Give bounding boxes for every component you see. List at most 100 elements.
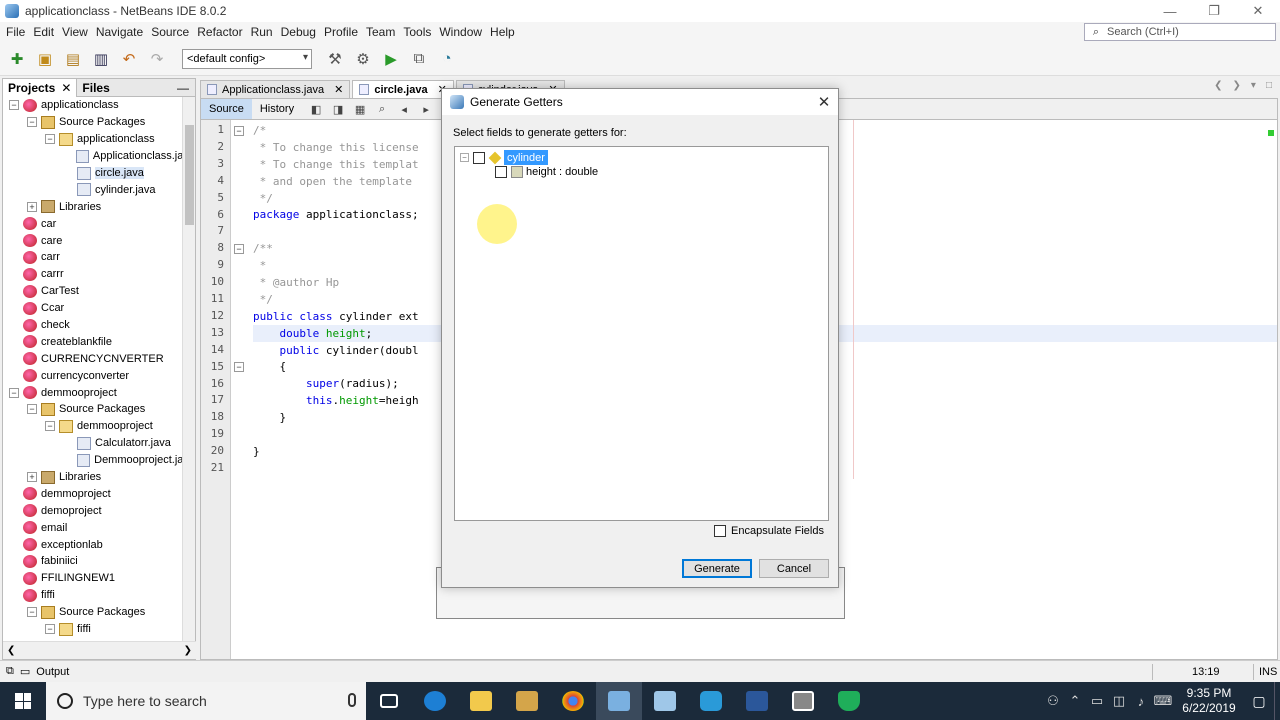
back-icon[interactable]: ◧ [308,101,324,117]
expand-icon[interactable]: + [27,472,37,483]
notification-icon[interactable]: ▢ [1244,693,1274,710]
taskbar-search[interactable]: Type here to search [46,682,366,720]
find-prev-icon[interactable]: ◂ [396,101,412,117]
class-checkbox[interactable] [473,151,485,164]
network-icon[interactable]: ◫ [1108,693,1130,709]
tree-item[interactable]: Demmooproject.java [3,452,195,469]
battery-icon[interactable]: ▭ [1086,693,1108,709]
tree-row-field[interactable]: height : double [495,166,598,178]
word-icon[interactable] [734,682,780,720]
tree-item[interactable]: Ccar [3,300,195,317]
save-all-icon[interactable]: ▥ [90,48,112,70]
editor-tab[interactable]: Applicationclass.java ✕ [200,80,351,98]
close-icon[interactable]: ✕ [334,83,343,96]
show-desktop-button[interactable] [1274,682,1280,720]
collapse-icon[interactable]: − [9,100,19,111]
collapse-icon[interactable]: − [45,624,55,635]
tree-item[interactable]: fabiniici [3,553,195,570]
scroll-left-icon[interactable]: ❮ [7,645,15,656]
tree-item[interactable]: FFILINGNEW1 [3,570,195,587]
tree-row-class[interactable]: − cylinder [460,150,548,165]
tab-left-icon[interactable]: ❮ [1214,80,1222,91]
tree-vertical-scrollbar[interactable] [182,97,195,641]
menu-tools[interactable]: Tools [399,25,435,39]
ide-search-input[interactable]: ⌕ Search (Ctrl+I) [1084,23,1276,41]
code-line[interactable]: public class cylinder ext [253,309,419,326]
code-line[interactable]: /** [253,241,419,258]
fold-toggle-icon[interactable]: − [234,126,244,136]
code-line[interactable] [253,461,419,478]
tree-item[interactable]: car [3,215,195,232]
code-line[interactable]: * To change this license [253,140,419,157]
tab-right-icon[interactable]: ❯ [1233,80,1241,91]
tree-item[interactable]: CURRENCYCNVERTER [3,350,195,367]
code-text[interactable]: /* * To change this license * To change … [253,123,419,478]
tree-item[interactable]: − demmooproject [3,418,195,435]
tree-item[interactable]: demoproject [3,502,195,519]
new-file-icon[interactable]: ✚ [6,48,28,70]
menu-help[interactable]: Help [486,25,519,39]
menu-navigate[interactable]: Navigate [92,25,147,39]
menu-profile[interactable]: Profile [320,25,362,39]
output-window-button[interactable]: ⧉ ▭ Output [6,665,69,678]
class-label[interactable]: cylinder [504,150,548,165]
tree-item[interactable]: currencyconverter [3,367,195,384]
keyboard-icon[interactable]: ⌨ [1152,693,1174,709]
encapsulate-fields-option[interactable]: Encapsulate Fields [714,525,824,537]
tab-files[interactable]: Files [77,79,114,97]
store-icon[interactable] [504,682,550,720]
last-edit-icon[interactable]: ◨ [330,101,346,117]
tree-item[interactable]: cylinder.java [3,181,195,198]
tree-item[interactable]: Calculatorr.java [3,435,195,452]
code-line[interactable]: } [253,410,419,427]
notes-icon[interactable] [642,682,688,720]
tree-item[interactable]: − Source Packages [3,401,195,418]
security-shield-icon[interactable] [826,682,872,720]
microphone-icon[interactable] [348,693,356,707]
code-line[interactable]: /* [253,123,419,140]
tree-item[interactable]: demmoproject [3,485,195,502]
tree-item[interactable]: + Libraries [3,469,195,486]
file-explorer-icon[interactable] [458,682,504,720]
tree-item[interactable]: care [3,232,195,249]
tab-projects[interactable]: Projects ✕ [3,78,78,97]
menu-run[interactable]: Run [247,25,277,39]
fold-toggle-icon[interactable]: − [234,362,244,372]
tree-item[interactable]: createblankfile [3,333,195,350]
tree-item[interactable]: carrr [3,266,195,283]
collapse-icon[interactable]: − [27,117,37,128]
code-line[interactable]: double height; [253,326,419,343]
code-line[interactable]: { [253,359,419,376]
code-line[interactable]: * @author Hp [253,275,419,292]
cancel-button[interactable]: Cancel [759,559,829,578]
start-button[interactable] [0,682,46,720]
menu-window[interactable]: Window [435,25,486,39]
field-checkbox[interactable] [495,166,507,178]
tree-item[interactable]: − applicationclass [3,97,195,114]
menu-edit[interactable]: Edit [29,25,58,39]
menu-refactor[interactable]: Refactor [193,25,246,39]
netbeans-taskbar-icon[interactable] [596,682,642,720]
tab-source[interactable]: Source [201,99,252,119]
code-line[interactable] [253,427,419,444]
menu-source[interactable]: Source [147,25,193,39]
generate-button[interactable]: Generate [682,559,752,578]
editor-tab[interactable]: circle.java✕ [352,80,454,98]
tree-item[interactable]: CarTest [3,283,195,300]
find-next-icon[interactable]: ▸ [418,101,434,117]
code-line[interactable]: * [253,258,419,275]
restore-window-button[interactable]: ❐ [1192,0,1236,22]
tree-item[interactable]: − demmooproject [3,384,195,401]
camera-icon[interactable] [688,682,734,720]
clock[interactable]: 9:35 PM 6/22/2019 [1174,686,1244,716]
undo-icon[interactable]: ↶ [118,48,140,70]
chevron-up-icon[interactable]: ⌃ [1064,693,1086,709]
find-icon[interactable]: ⌕ [374,101,390,117]
expand-icon[interactable]: + [27,201,37,212]
menu-file[interactable]: File [2,25,29,39]
calculator-icon[interactable] [780,682,826,720]
tree-item[interactable]: fiffi [3,587,195,604]
scroll-right-icon[interactable]: ❯ [184,645,192,656]
encapsulate-checkbox[interactable] [714,525,727,537]
tree-item[interactable]: − Source Packages [3,604,195,621]
